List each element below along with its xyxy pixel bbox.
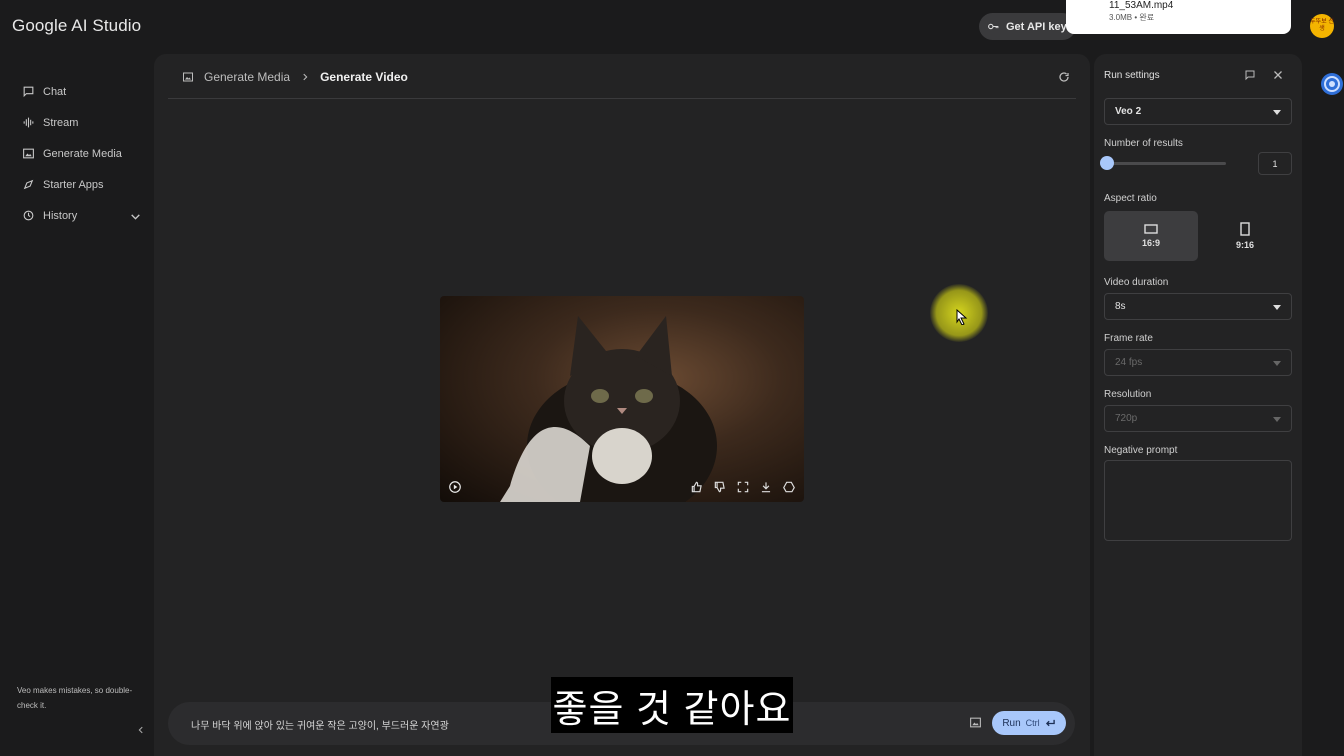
- chevron-left-icon: [138, 726, 143, 734]
- thumbs-down-icon[interactable]: [713, 480, 727, 494]
- sidebar-item-history[interactable]: History: [22, 200, 142, 231]
- resolution-value: 720p: [1115, 413, 1138, 424]
- model-select[interactable]: Veo 2: [1104, 98, 1292, 125]
- disclaimer-text: Veo makes mistakes, so double-check it.: [17, 686, 133, 710]
- aspect-ratio-label: Aspect ratio: [1104, 193, 1157, 204]
- breadcrumb: Generate Media Generate Video: [182, 70, 408, 84]
- get-api-key-label: Get API key: [1006, 20, 1067, 33]
- aspect-ratio-label-9-16: 9:16: [1235, 240, 1254, 250]
- main-panel: Generate Media Generate Video: [154, 54, 1090, 756]
- video-duration-value: 8s: [1115, 301, 1126, 312]
- sidebar-item-label: History: [43, 209, 78, 222]
- breadcrumb-parent[interactable]: Generate Media: [204, 70, 290, 84]
- chevron-right-icon: [303, 73, 308, 81]
- play-icon[interactable]: [448, 480, 462, 494]
- apps-icon: [23, 179, 34, 190]
- aspect-ratio-9-16[interactable]: 9:16: [1198, 211, 1292, 261]
- add-image-icon[interactable]: [969, 716, 982, 729]
- close-icon[interactable]: [1272, 69, 1284, 81]
- get-api-key-button[interactable]: Get API key: [979, 13, 1076, 40]
- resolution-label: Resolution: [1104, 389, 1152, 400]
- breadcrumb-current: Generate Video: [320, 70, 408, 84]
- portrait-icon: [1240, 222, 1250, 236]
- thumbs-up-icon[interactable]: [690, 480, 704, 494]
- frame-rate-select: 24 fps: [1104, 349, 1292, 376]
- run-label: Run: [1002, 717, 1021, 729]
- sidebar-nav: Chat Stream Generate Media Starter Apps …: [22, 76, 142, 231]
- refresh-icon[interactable]: [1058, 71, 1070, 83]
- collapse-sidebar-button[interactable]: [136, 724, 146, 739]
- negative-prompt-input[interactable]: [1104, 460, 1292, 541]
- sidebar-item-label: Stream: [43, 116, 79, 129]
- feedback-icon[interactable]: [1244, 69, 1256, 81]
- model-value: Veo 2: [1115, 106, 1142, 117]
- run-shortcut: Ctrl: [1025, 718, 1040, 728]
- download-popup[interactable]: 11_53AM.mp4 3.0MB • 완료: [1066, 0, 1291, 34]
- aspect-ratio-label-16-9: 16:9: [1141, 238, 1160, 248]
- video-controls: [440, 472, 804, 502]
- media-icon: [183, 72, 193, 82]
- chevron-down-icon: [1273, 361, 1281, 366]
- media-icon: [23, 148, 34, 159]
- fullscreen-icon[interactable]: [736, 480, 750, 494]
- run-settings-title: Run settings: [1104, 70, 1160, 81]
- number-of-results-label: Number of results: [1104, 138, 1183, 149]
- swirl-icon: [1321, 73, 1343, 95]
- run-button[interactable]: Run Ctrl: [992, 711, 1066, 735]
- chevron-down-icon: [1273, 110, 1281, 115]
- video-duration-label: Video duration: [1104, 277, 1169, 288]
- negative-prompt-label: Negative prompt: [1104, 445, 1178, 456]
- history-icon: [23, 210, 34, 221]
- browser-extension-button[interactable]: [1314, 62, 1344, 102]
- stream-icon: [23, 117, 34, 128]
- chevron-down-icon[interactable]: [129, 210, 142, 223]
- download-file-meta: 3.0MB • 완료: [1109, 13, 1155, 22]
- sidebar-item-chat[interactable]: Chat: [22, 76, 142, 107]
- video-subtitle: 좋을 것 같아요: [551, 677, 793, 733]
- chevron-down-icon: [1273, 305, 1281, 310]
- frame-rate-label: Frame rate: [1104, 333, 1153, 344]
- sidebar-item-starter-apps[interactable]: Starter Apps: [22, 169, 142, 200]
- prompt-input[interactable]: 나무 바닥 위에 앉아 있는 귀여운 작은 고양이, 부드러운 자연광: [191, 717, 449, 732]
- download-icon[interactable]: [759, 480, 773, 494]
- results-slider-track[interactable]: [1106, 162, 1226, 165]
- chevron-down-icon: [1273, 417, 1281, 422]
- resolution-select: 720p: [1104, 405, 1292, 432]
- enter-key-icon: [1045, 719, 1055, 726]
- key-icon: [988, 23, 999, 30]
- sidebar-item-stream[interactable]: Stream: [22, 107, 142, 138]
- sidebar-item-label: Chat: [43, 85, 67, 98]
- avatar-text: 두뚜보 선생: [1310, 19, 1334, 32]
- mouse-cursor-icon: [956, 309, 968, 325]
- run-settings-panel: Run settings Veo 2 Number of results 1 A…: [1094, 54, 1302, 756]
- drive-icon[interactable]: [782, 480, 796, 494]
- landscape-icon: [1144, 224, 1158, 234]
- sidebar-item-label: Starter Apps: [43, 178, 104, 191]
- sidebar-item-label: Generate Media: [43, 147, 122, 160]
- generated-video[interactable]: [440, 296, 804, 502]
- header-divider: [168, 98, 1076, 99]
- app-logo[interactable]: Google AI Studio: [12, 16, 141, 36]
- number-of-results-input[interactable]: 1: [1258, 152, 1292, 175]
- sidebar-item-generate-media[interactable]: Generate Media: [22, 138, 142, 169]
- results-slider-handle[interactable]: [1100, 156, 1114, 170]
- avatar[interactable]: 두뚜보 선생: [1310, 14, 1334, 38]
- aspect-ratio-16-9[interactable]: 16:9: [1104, 211, 1198, 261]
- chat-icon: [23, 86, 34, 98]
- frame-rate-value: 24 fps: [1115, 357, 1143, 368]
- cursor-highlight: [930, 284, 988, 342]
- video-duration-select[interactable]: 8s: [1104, 293, 1292, 320]
- download-file-name: 11_53AM.mp4: [1109, 0, 1174, 11]
